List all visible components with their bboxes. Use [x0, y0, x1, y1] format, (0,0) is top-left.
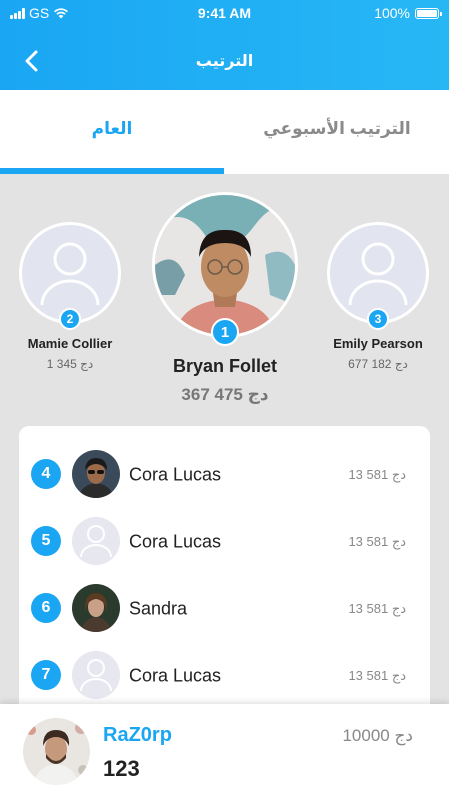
current-user-bar: RaZ0rp 123 10000 دج: [0, 704, 449, 799]
rank-badge: 7: [31, 660, 61, 690]
avatar: [72, 450, 120, 498]
list-item-score: 13 581 دج: [348, 668, 406, 683]
tab-general[interactable]: العام: [0, 90, 224, 168]
rank-badge: 6: [31, 593, 61, 623]
list-item-name: Cora Lucas: [129, 464, 222, 485]
avatar: [72, 651, 120, 699]
page-title: الترتيب: [195, 53, 254, 70]
rank-badge: 3: [367, 308, 389, 330]
podium-score: 367 475 دج: [181, 385, 269, 404]
list-item-score: 13 581 دج: [348, 601, 406, 616]
podium-score: 1 345 دج: [46, 357, 94, 371]
list-item-name: Cora Lucas: [129, 665, 222, 686]
app-header: GS 9:41 AM 100% الترتيب: [0, 0, 449, 90]
list-item-name: Sandra: [129, 598, 188, 619]
user-photo: [155, 195, 295, 335]
podium-name: Bryan Follet: [172, 356, 278, 376]
rank-badge: 2: [59, 308, 81, 330]
rank-badge: 5: [31, 526, 61, 556]
list-item-score: 13 581 دج: [348, 534, 406, 549]
podium-third[interactable]: 3 Emily Pearson 677 182 دج: [318, 222, 438, 371]
current-user-points: 123: [103, 756, 140, 781]
rank-badge: 1: [211, 318, 239, 346]
user-placeholder-icon: [348, 242, 408, 306]
avatar: [152, 192, 298, 338]
battery-percent: 100%: [374, 5, 410, 21]
battery-icon: [415, 7, 442, 19]
user-photo: [23, 718, 90, 785]
podium-second[interactable]: 2 Mamie Collier 1 345 دج: [10, 222, 130, 371]
user-photo: [72, 584, 120, 632]
user-placeholder-icon: [80, 525, 112, 558]
current-user-balance: 10000 دج: [342, 726, 413, 745]
podium: 2 Mamie Collier 1 345 دج 1 Bryan Follet …: [0, 174, 449, 414]
tab-bar: العام الترتيب الأسبوعي: [0, 90, 449, 174]
current-user-name: RaZ0rp: [103, 724, 172, 746]
user-photo: [72, 450, 120, 498]
podium-score: 677 182 دج: [348, 357, 408, 371]
list-item[interactable]: 4 Cora Lucas 13 581 دج: [19, 439, 430, 506]
list-item[interactable]: 6 Sandra 13 581 دج: [19, 573, 430, 640]
ranking-list: 4 Cora Lucas 13 581 دج 5 Cora Lucas 13 5…: [19, 426, 430, 726]
list-item-score: 13 581 دج: [348, 467, 406, 482]
user-placeholder-icon: [80, 659, 112, 692]
list-item[interactable]: 5 Cora Lucas 13 581 دج: [19, 506, 430, 573]
list-item[interactable]: 7 Cora Lucas 13 581 دج: [19, 640, 430, 707]
avatar: [72, 517, 120, 565]
status-right: 100%: [374, 5, 442, 21]
rank-badge: 4: [31, 459, 61, 489]
podium-name: Mamie Collier: [27, 336, 113, 351]
list-item-name: Cora Lucas: [129, 531, 222, 552]
tab-weekly[interactable]: الترتيب الأسبوعي: [225, 90, 449, 168]
podium-name: Emily Pearson: [333, 336, 423, 351]
status-bar: GS 9:41 AM 100%: [0, 0, 449, 26]
avatar: [72, 584, 120, 632]
user-placeholder-icon: [40, 242, 100, 306]
podium-first[interactable]: 1 Bryan Follet 367 475 دج: [149, 192, 301, 405]
current-user-avatar: [23, 718, 90, 785]
